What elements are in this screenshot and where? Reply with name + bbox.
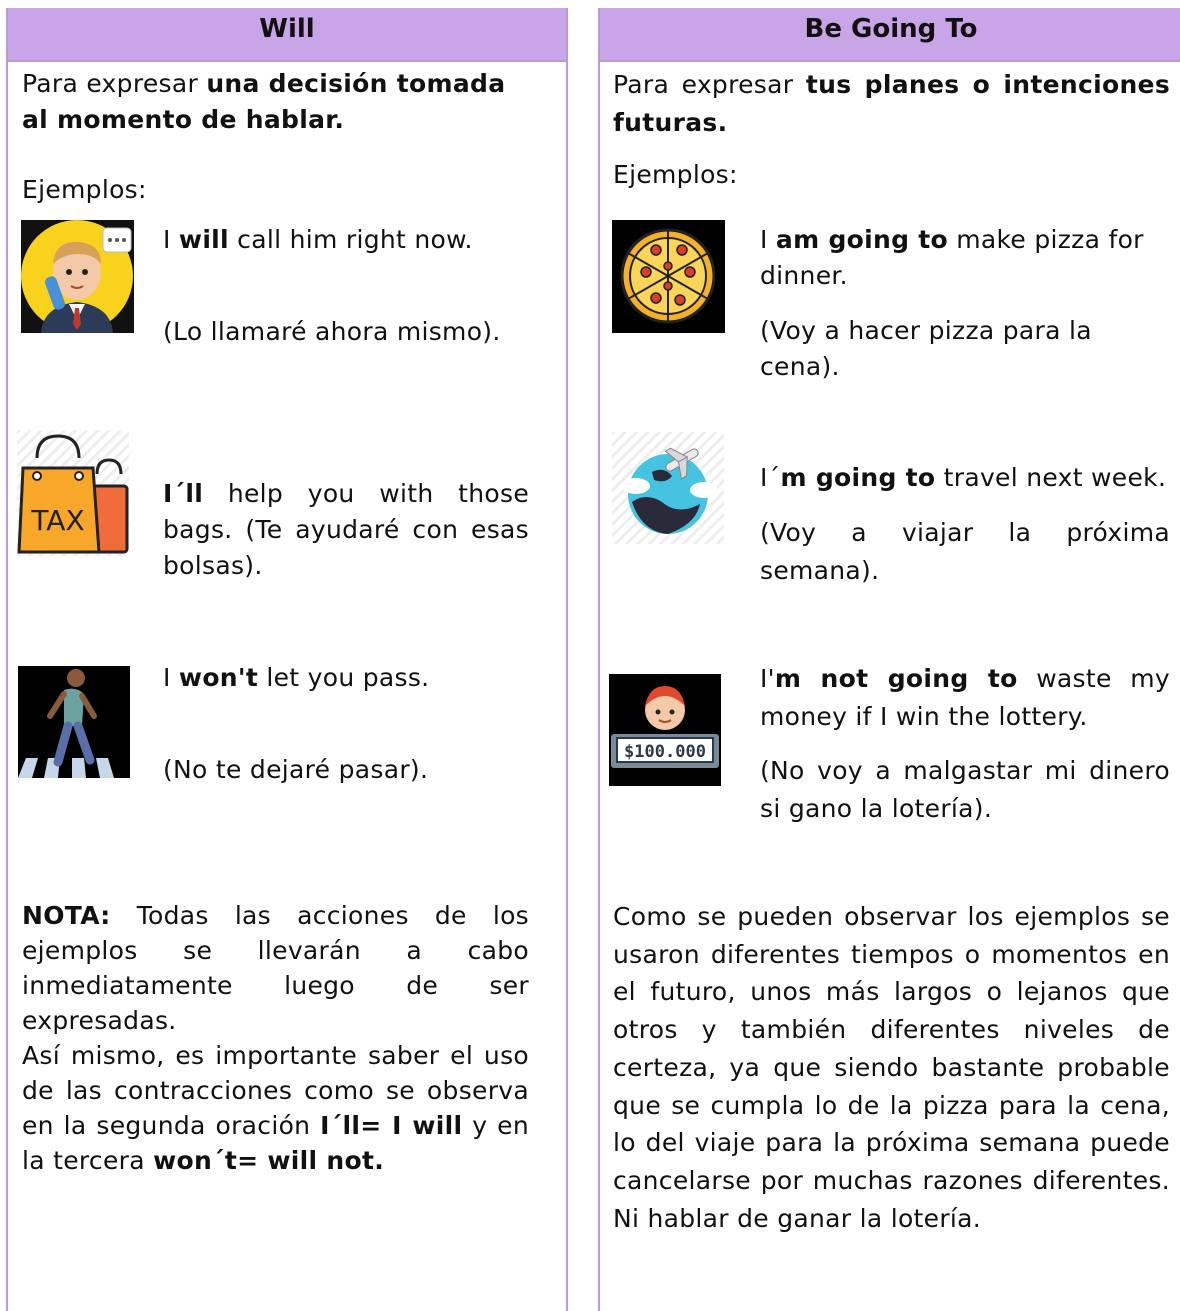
going-intro: Para expresar tus planes o intenciones f… bbox=[613, 70, 1170, 137]
will-example-3: I won't let you pass. bbox=[163, 663, 430, 692]
going-example-3: I'm not going to waste my money if I win… bbox=[760, 664, 1170, 731]
will-header: Will bbox=[8, 8, 566, 62]
going-example-2: I´m going to travel next week. bbox=[760, 463, 1167, 492]
going-examples-label: Ejemplos: bbox=[613, 160, 738, 189]
lottery-winner-icon: $100.000 bbox=[609, 674, 721, 786]
will-examples-label: Ejemplos: bbox=[22, 175, 147, 204]
going-to-header: Be Going To bbox=[600, 8, 1180, 62]
will-note: NOTA: Todas las acciones de los ejemplos… bbox=[22, 901, 529, 1175]
going-conclusion: Como se pueden observar los ejemplos se … bbox=[613, 902, 1170, 1233]
svg-text:$100.000: $100.000 bbox=[624, 742, 706, 762]
going-example-1: I am going to make pizza for dinner. bbox=[760, 225, 1144, 290]
will-example-3-translation: (No te dejaré pasar). bbox=[163, 755, 429, 784]
going-example-3-translation: (No voy a malgastar mi dinero si gano la… bbox=[760, 756, 1170, 823]
will-example-2: I´ll help you with those bags. (Te ayuda… bbox=[163, 479, 529, 580]
going-example-1-translation: (Voy a hacer pizza para la cena). bbox=[760, 316, 1092, 381]
shopping-bags-icon: TAX bbox=[17, 430, 129, 556]
will-intro: Para expresar una decisión tomada al mom… bbox=[22, 69, 506, 134]
going-example-2-translation: (Voy a viajar la próxima semana). bbox=[760, 518, 1170, 585]
phone-call-icon bbox=[21, 220, 134, 333]
will-example-1-translation: (Lo llamaré ahora mismo). bbox=[163, 317, 501, 346]
globe-airplane-icon bbox=[612, 432, 724, 544]
will-example-1: I will call him right now. bbox=[163, 225, 473, 254]
pizza-icon bbox=[612, 220, 725, 333]
pedestrian-crossing-icon bbox=[18, 666, 130, 778]
svg-text:TAX: TAX bbox=[30, 504, 84, 537]
